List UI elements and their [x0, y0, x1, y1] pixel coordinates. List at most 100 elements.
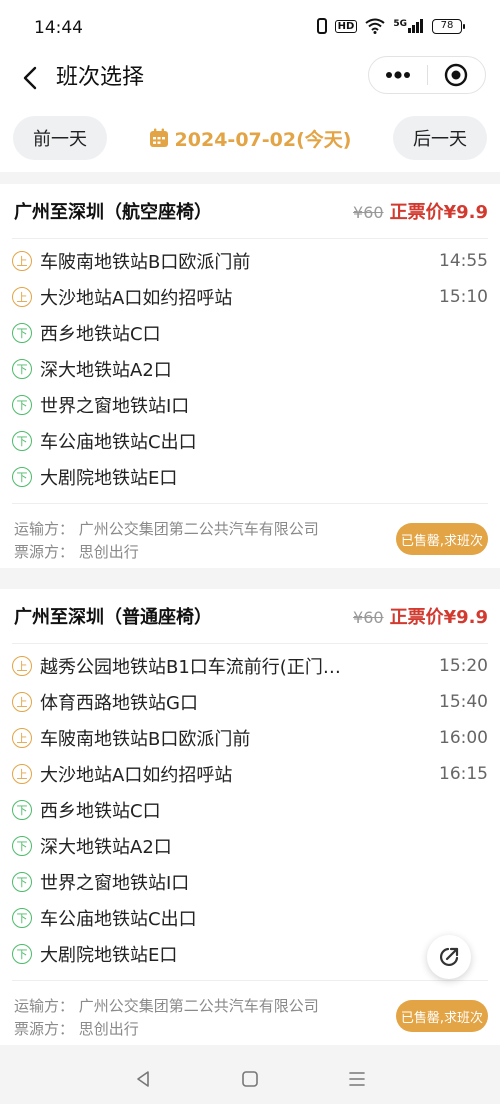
stop-row: 上车陂南地铁站B口欧派门前 14:55 — [12, 243, 488, 279]
stop-row: 下深大地铁站A2口 — [12, 351, 488, 387]
nav-back-button[interactable] — [133, 1069, 153, 1093]
status-time: 14:44 — [34, 18, 83, 38]
stop-row: 上车陂南地铁站B口欧派门前 16:00 — [12, 720, 488, 756]
stop-list: 上越秀公园地铁站B1口车流前行(正门… 15:20 上体育西路地铁站G口 15:40 上… — [0, 644, 500, 974]
share-button[interactable] — [427, 935, 471, 979]
wifi-icon — [365, 18, 385, 34]
stop-row: 下深大地铁站A2口 — [12, 828, 488, 864]
share-icon — [439, 947, 459, 967]
menu-lines-icon — [348, 1072, 365, 1086]
stop-name: 大剧院地铁站E口 — [40, 468, 178, 489]
square-home-icon — [242, 1071, 258, 1087]
network-label: 5G — [393, 19, 407, 29]
stop-name: 越秀公园地铁站B1口车流前行(正门… — [40, 657, 341, 678]
current-date: 2024-07-02(今天) — [174, 128, 352, 151]
status-icons: HD 5G 78 — [316, 18, 465, 34]
stop-name: 西乡地铁站C口 — [40, 324, 161, 345]
stop-time: 16:15 — [439, 764, 488, 784]
stop-name: 深大地铁站A2口 — [40, 837, 172, 858]
board-tag-icon: 上 — [12, 656, 32, 676]
stop-name: 大剧院地铁站E口 — [40, 945, 178, 966]
original-price: ¥60 — [353, 608, 384, 627]
stop-name: 车陂南地铁站B口欧派门前 — [40, 729, 251, 750]
battery-icon: 78 — [432, 18, 465, 34]
price-group: ¥60 正票价¥9.9 — [353, 198, 488, 224]
close-button[interactable] — [427, 57, 485, 93]
system-nav-bar — [0, 1058, 500, 1104]
alight-tag-icon: 下 — [12, 323, 32, 343]
alight-tag-icon: 下 — [12, 395, 32, 415]
stop-name: 车陂南地铁站B口欧派门前 — [40, 252, 251, 273]
board-tag-icon: 上 — [12, 251, 32, 271]
carrier-text: 运输方： 广州公交集团第二公共汽车有限公司 — [14, 997, 319, 1015]
stop-name: 世界之窗地铁站I口 — [40, 396, 190, 417]
alight-tag-icon: 下 — [12, 359, 32, 379]
board-tag-icon: 上 — [12, 692, 32, 712]
stop-time: 14:55 — [439, 251, 488, 271]
nav-home-button[interactable] — [240, 1069, 260, 1093]
route-card[interactable]: 广州至深圳（航空座椅） ¥60 正票价¥9.9 上车陂南地铁站B口欧派门前 14:… — [0, 184, 500, 568]
request-trip-button[interactable]: 已售罄,求班次 — [396, 523, 488, 555]
alight-tag-icon: 下 — [12, 431, 32, 451]
alight-tag-icon: 下 — [12, 872, 32, 892]
stop-row: 下世界之窗地铁站I口 — [12, 864, 488, 900]
route-card[interactable]: 广州至深圳（普通座椅） ¥60 正票价¥9.9 上越秀公园地铁站B1口车流前行(… — [0, 589, 500, 1045]
ticket-source-text: 票源方： 思创出行 — [14, 543, 139, 561]
board-tag-icon: 上 — [12, 728, 32, 748]
stop-row: 下世界之窗地铁站I口 — [12, 387, 488, 423]
alight-tag-icon: 下 — [12, 800, 32, 820]
request-trip-button[interactable]: 已售罄,求班次 — [396, 1000, 488, 1032]
page-title: 班次选择 — [56, 65, 145, 90]
status-bar: 14:44 HD 5G 78 — [0, 0, 500, 56]
stop-name: 大沙地站A口如约招呼站 — [40, 288, 233, 309]
stop-row: 下大剧院地铁站E口 — [12, 459, 488, 495]
more-dots-icon — [385, 71, 410, 79]
stop-name: 车公庙地铁站C出口 — [40, 432, 197, 453]
back-button[interactable] — [14, 62, 46, 94]
stop-name: 大沙地站A口如约招呼站 — [40, 765, 233, 786]
next-day-button[interactable]: 后一天 — [393, 116, 487, 160]
stop-row: 上大沙地站A口如约招呼站 15:10 — [12, 279, 488, 315]
original-price: ¥60 — [353, 203, 384, 222]
current-price: 正票价¥9.9 — [389, 607, 488, 628]
stop-name: 体育西路地铁站G口 — [40, 693, 198, 714]
carrier-text: 运输方： 广州公交集团第二公共汽车有限公司 — [14, 520, 319, 538]
alight-tag-icon: 下 — [12, 467, 32, 487]
route-title: 广州至深圳（普通座椅） — [14, 607, 212, 628]
stop-name: 西乡地铁站C口 — [40, 801, 161, 822]
board-tag-icon: 上 — [12, 287, 32, 307]
ticket-source-text: 票源方： 思创出行 — [14, 1020, 139, 1038]
hd-icon: HD — [334, 19, 358, 33]
stop-time: 15:10 — [439, 287, 488, 307]
more-button[interactable] — [369, 57, 427, 93]
board-tag-icon: 上 — [12, 764, 32, 784]
title-bar: 班次选择 — [0, 56, 500, 100]
alight-tag-icon: 下 — [12, 908, 32, 928]
stop-name: 世界之窗地铁站I口 — [40, 873, 190, 894]
route-card-header: 广州至深圳（航空座椅） ¥60 正票价¥9.9 — [12, 184, 488, 239]
chevron-left-icon — [23, 66, 37, 90]
calendar-icon — [149, 128, 168, 147]
nav-menu-button[interactable] — [347, 1069, 367, 1093]
stop-time: 15:40 — [439, 692, 488, 712]
stop-row: 上越秀公园地铁站B1口车流前行(正门… 15:20 — [12, 648, 488, 684]
stop-row: 上大沙地站A口如约招呼站 16:15 — [12, 756, 488, 792]
stop-row: 上体育西路地铁站G口 15:40 — [12, 684, 488, 720]
route-title: 广州至深圳（航空座椅） — [14, 202, 212, 223]
stop-row: 下车公庙地铁站C出口 — [12, 900, 488, 936]
current-price: 正票价¥9.9 — [389, 202, 488, 223]
stop-row: 下车公庙地铁站C出口 — [12, 423, 488, 459]
stop-row: 下西乡地铁站C口 — [12, 792, 488, 828]
mini-program-capsule — [368, 56, 486, 94]
route-card-footer: 运输方： 广州公交集团第二公共汽车有限公司 票源方： 思创出行 已售罄,求班次 — [12, 980, 488, 1045]
price-group: ¥60 正票价¥9.9 — [353, 603, 488, 629]
alight-tag-icon: 下 — [12, 944, 32, 964]
stop-name: 深大地铁站A2口 — [40, 360, 172, 381]
alight-tag-icon: 下 — [12, 836, 32, 856]
triangle-back-icon — [137, 1071, 150, 1087]
route-card-footer: 运输方： 广州公交集团第二公共汽车有限公司 票源方： 思创出行 已售罄,求班次 — [12, 503, 488, 568]
stop-row: 下西乡地铁站C口 — [12, 315, 488, 351]
target-circle-icon — [445, 63, 468, 87]
stop-name: 车公庙地铁站C出口 — [40, 909, 197, 930]
signal-icon: 5G — [393, 19, 424, 33]
